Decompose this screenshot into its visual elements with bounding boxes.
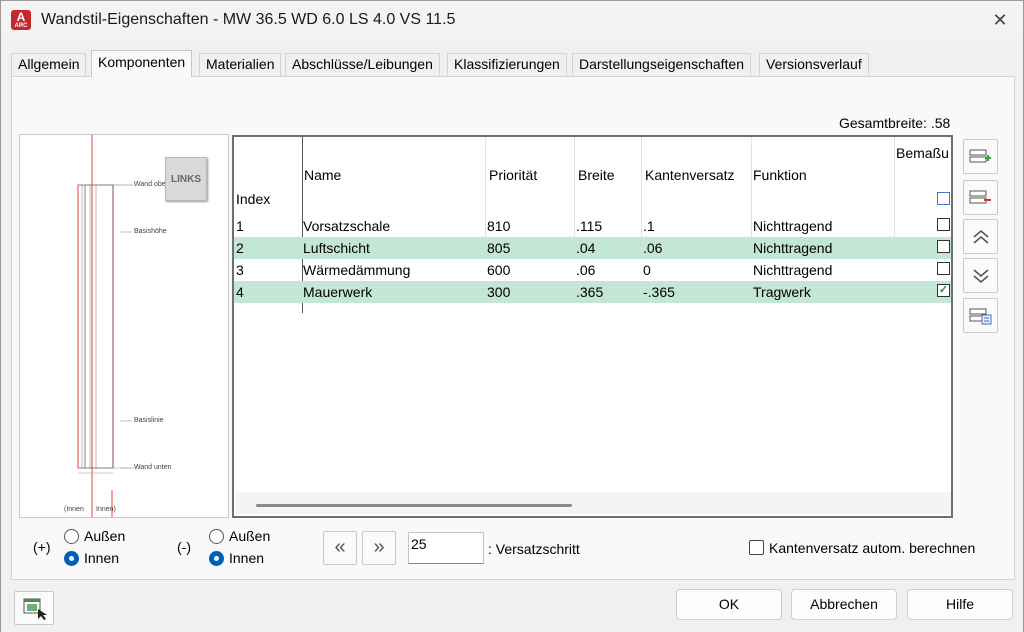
cell-index: 4	[236, 284, 244, 300]
cell-funktion[interactable]: Nichttragend	[753, 218, 832, 234]
total-width-label: Gesamtbreite: .58	[839, 115, 951, 131]
move-up-button[interactable]	[963, 219, 998, 254]
add-component-icon	[969, 149, 991, 163]
close-icon: ✕	[992, 10, 1008, 30]
column-header-funktion[interactable]: Funktion	[751, 137, 894, 217]
tab-klassifizierungen[interactable]: Klassifizierungen	[447, 53, 567, 76]
column-header-index[interactable]: Index	[234, 137, 302, 217]
cell-prioritaet[interactable]: 810	[487, 218, 510, 234]
cancel-button[interactable]: Abbrechen	[791, 589, 897, 620]
remove-component-icon	[969, 190, 991, 204]
tab-materialien[interactable]: Materialien	[199, 53, 282, 76]
title-bar: A ARC Wandstil-Eigenschaften - MW 36.5 W…	[1, 1, 1023, 39]
remove-component-button[interactable]	[963, 180, 998, 215]
tab-versionsverlauf[interactable]: Versionsverlauf	[759, 53, 869, 76]
cell-name[interactable]: Wärmedämmung	[303, 262, 410, 278]
cell-dimension-checkbox[interactable]	[937, 240, 950, 253]
cell-funktion[interactable]: Tragwerk	[753, 284, 811, 300]
cell-index: 3	[236, 262, 244, 278]
plus-aussen-label[interactable]: Außen	[84, 528, 125, 544]
table-row[interactable]: 1 Vorsatzschale 810 .115 .1 Nichttragend	[234, 215, 951, 237]
details-icon	[969, 308, 991, 325]
wall-preview: Wand oben Basishöhe Basislinie Wand unte…	[19, 134, 229, 518]
cell-breite[interactable]: .06	[576, 262, 595, 278]
table-row[interactable]: 3 Wärmedämmung 600 .06 0 Nichttragend	[234, 259, 951, 281]
header-checkbox[interactable]	[937, 192, 950, 205]
component-details-button[interactable]	[963, 298, 998, 333]
cell-name[interactable]: Vorsatzschale	[303, 218, 390, 234]
cell-breite[interactable]: .115	[576, 218, 602, 234]
components-grid[interactable]: Index Name Priorität Breite Kantenversat…	[232, 135, 953, 518]
cell-funktion[interactable]: Nichttragend	[753, 240, 832, 256]
column-header-bemassung[interactable]: Bemaßu	[894, 137, 951, 217]
cell-dimension-checkbox[interactable]	[937, 218, 950, 231]
offset-step-input[interactable]	[408, 532, 484, 564]
plus-aussen-radio[interactable]	[64, 529, 79, 544]
minus-innen-label[interactable]: Innen	[229, 550, 264, 566]
tab-darstellungseigenschaften[interactable]: Darstellungseigenschaften	[572, 53, 751, 76]
double-chevron-right-icon: »	[373, 536, 385, 558]
label-wand-unten: Wand unten	[134, 464, 172, 471]
horizontal-scroll-thumb[interactable]	[256, 504, 572, 507]
move-down-button[interactable]	[963, 258, 998, 293]
links-badge: LINKS	[165, 157, 207, 201]
horizontal-scrollbar[interactable]	[236, 492, 951, 514]
cell-funktion[interactable]: Nichttragend	[753, 262, 832, 278]
window-title: Wandstil-Eigenschaften - MW 36.5 WD 6.0 …	[41, 11, 456, 28]
label-basislinie: Basislinie	[134, 417, 164, 424]
cell-prioritaet[interactable]: 600	[487, 262, 510, 278]
tab-abschluesse-leibungen[interactable]: Abschlüsse/Leibungen	[285, 53, 440, 76]
app-icon-sub: ARC	[14, 23, 28, 29]
column-header-name[interactable]: Name	[302, 137, 485, 217]
cell-name[interactable]: Luftschicht	[303, 240, 370, 256]
cell-dimension-checkbox[interactable]: ✓	[937, 284, 950, 297]
tab-komponenten[interactable]: Komponenten	[91, 50, 193, 77]
cell-breite[interactable]: .365	[576, 284, 603, 300]
close-button[interactable]: ✕	[987, 7, 1013, 33]
offset-step-label: : Versatzschritt	[488, 541, 580, 557]
minus-innen-radio[interactable]	[209, 551, 224, 566]
double-chevron-down-icon	[972, 269, 989, 284]
ok-button[interactable]: OK	[676, 589, 782, 620]
autocad-architecture-icon: A ARC	[11, 10, 31, 30]
cell-name[interactable]: Mauerwerk	[303, 284, 372, 300]
column-header-prioritaet[interactable]: Priorität	[485, 137, 574, 217]
table-row[interactable]: 2 Luftschicht 805 .04 .06 Nichttragend	[234, 237, 951, 259]
cell-dimension-checkbox[interactable]	[937, 262, 950, 275]
offset-step-prev-button[interactable]: «	[323, 531, 357, 565]
label-basishoehe: Basishöhe	[134, 228, 167, 235]
cell-breite[interactable]: .04	[576, 240, 595, 256]
tab-allgemein[interactable]: Allgemein	[11, 53, 87, 76]
double-chevron-left-icon: «	[334, 536, 346, 558]
double-chevron-up-icon	[972, 229, 989, 244]
minus-side-label: (-)	[177, 539, 191, 555]
label-aussen: Innen)	[96, 506, 116, 513]
cell-kantenversatz[interactable]: .06	[643, 240, 662, 256]
help-button[interactable]: Hilfe	[907, 589, 1013, 620]
plus-innen-label[interactable]: Innen	[84, 550, 119, 566]
style-display-button[interactable]	[14, 591, 54, 625]
column-header-kantenversatz[interactable]: Kantenversatz	[641, 137, 751, 217]
plus-innen-radio[interactable]	[64, 551, 79, 566]
minus-aussen-radio[interactable]	[209, 529, 224, 544]
cell-kantenversatz[interactable]: .1	[643, 218, 655, 234]
display-props-icon	[23, 598, 47, 620]
cell-prioritaet[interactable]: 805	[487, 240, 510, 256]
wall-style-dialog: A ARC Wandstil-Eigenschaften - MW 36.5 W…	[0, 0, 1024, 632]
auto-edge-offset-checkbox[interactable]	[749, 540, 764, 555]
app-icon-letter: A	[16, 10, 26, 24]
cell-prioritaet[interactable]: 300	[487, 284, 510, 300]
column-header-breite[interactable]: Breite	[574, 137, 641, 217]
cell-index: 1	[236, 218, 244, 234]
label-innen: (Innen	[64, 506, 84, 513]
cell-index: 2	[236, 240, 244, 256]
add-component-button[interactable]	[963, 139, 998, 174]
cell-kantenversatz[interactable]: -.365	[643, 284, 675, 300]
auto-edge-offset-label[interactable]: Kantenversatz autom. berechnen	[769, 540, 975, 556]
minus-aussen-label[interactable]: Außen	[229, 528, 270, 544]
plus-side-label: (+)	[33, 539, 51, 555]
table-row[interactable]: 4 Mauerwerk 300 .365 -.365 Tragwerk ✓	[234, 281, 951, 303]
cell-kantenversatz[interactable]: 0	[643, 262, 651, 278]
offset-step-next-button[interactable]: »	[362, 531, 396, 565]
